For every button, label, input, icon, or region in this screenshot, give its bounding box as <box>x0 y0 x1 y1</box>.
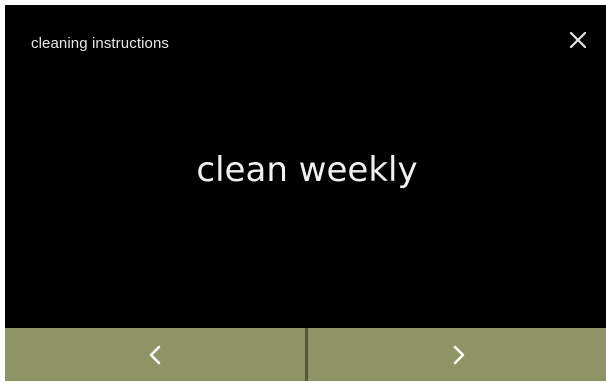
close-icon <box>569 31 587 49</box>
device-frame: cleaning instructions clean weekly <box>0 0 606 383</box>
page-title: cleaning instructions <box>31 35 170 52</box>
close-button[interactable] <box>563 25 593 55</box>
chevron-right-icon <box>453 345 464 364</box>
previous-button[interactable] <box>5 328 305 381</box>
navigation-bar <box>5 328 606 381</box>
instruction-message: clean weekly <box>196 150 418 190</box>
chevron-left-icon <box>149 345 161 364</box>
next-button[interactable] <box>308 328 606 381</box>
display-screen: cleaning instructions clean weekly <box>5 5 606 381</box>
